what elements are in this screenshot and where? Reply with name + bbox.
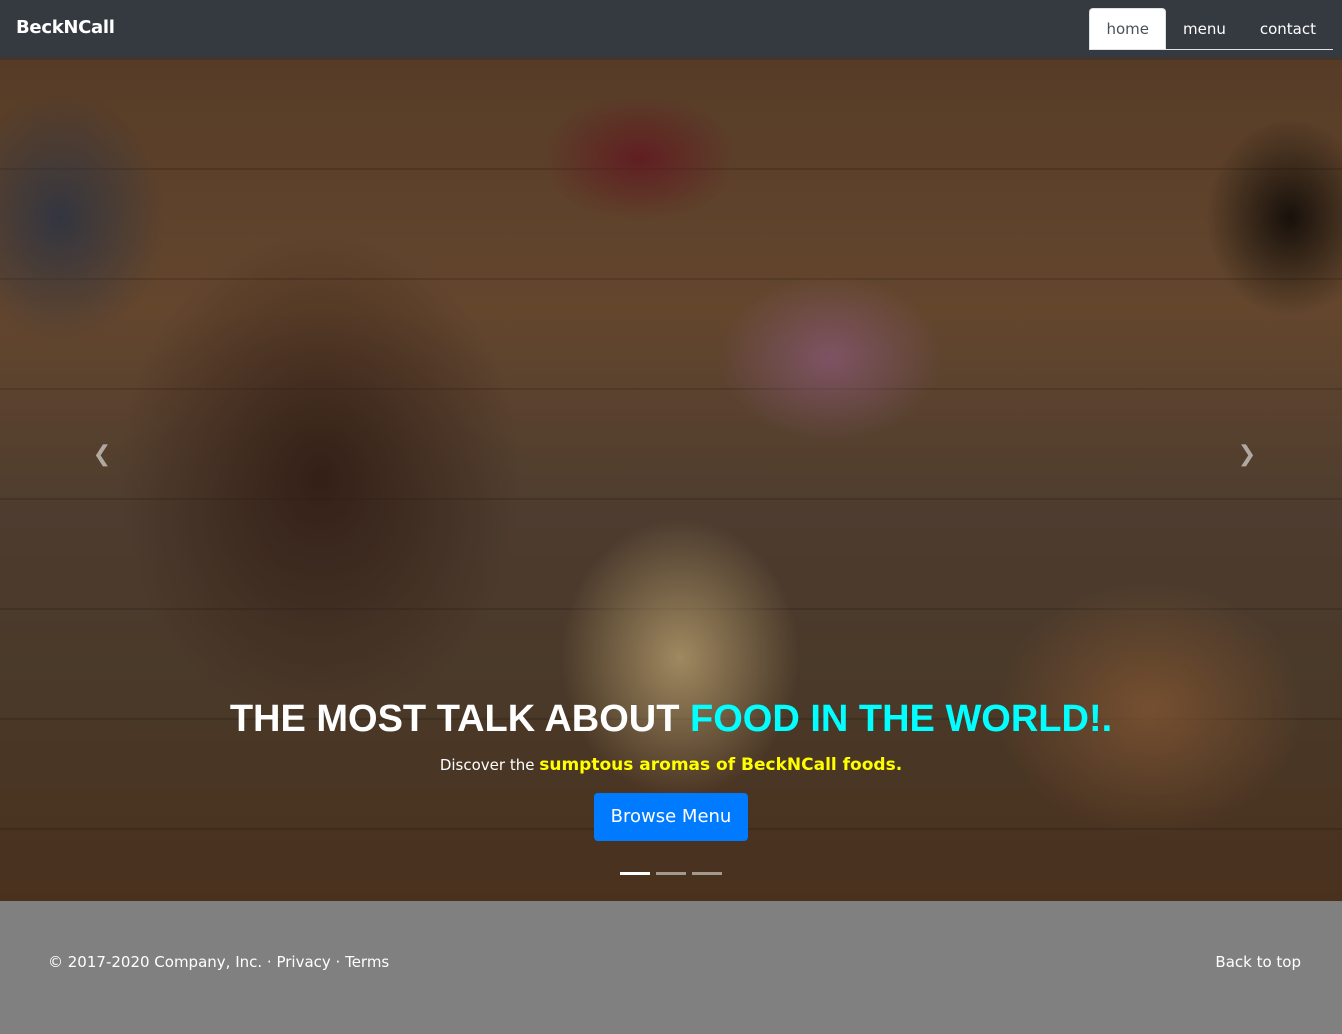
subtitle-plain: Discover the: [439, 756, 540, 774]
headline-accent: FOOD IN THE WORLD!.: [690, 698, 1113, 740]
carousel-indicator-1[interactable]: [620, 872, 650, 875]
privacy-link[interactable]: Privacy: [276, 953, 330, 971]
hero-headline: THE MOST TALK ABOUT FOOD IN THE WORLD!.: [0, 698, 1342, 741]
browse-menu-button[interactable]: Browse Menu: [593, 793, 749, 841]
nav-tabs: home menu contact: [1089, 8, 1333, 50]
nav-menu[interactable]: menu: [1166, 8, 1243, 49]
footer-copyright: © 2017-2020 Company, Inc. · Privacy · Te…: [48, 953, 389, 971]
hero-carousel: ❮ ❯ THE MOST TALK ABOUT FOOD IN THE WORL…: [0, 58, 1342, 901]
chevron-left-icon[interactable]: ❮: [90, 442, 114, 467]
copyright-text: © 2017-2020 Company, Inc. ·: [48, 953, 277, 971]
subtitle-highlight: sumptous aromas of BeckNCall foods.: [539, 755, 903, 775]
brand-logo[interactable]: BeckNCall: [16, 17, 115, 38]
carousel-indicator-2[interactable]: [656, 872, 686, 875]
back-to-top-link[interactable]: Back to top: [1215, 953, 1301, 971]
terms-link[interactable]: Terms: [345, 953, 389, 971]
headline-plain: THE MOST TALK ABOUT: [229, 698, 690, 740]
footer-separator: ·: [330, 953, 346, 971]
nav-contact[interactable]: contact: [1243, 8, 1333, 49]
nav-home[interactable]: home: [1089, 8, 1166, 49]
footer: © 2017-2020 Company, Inc. · Privacy · Te…: [0, 901, 1342, 1034]
carousel-indicators: [0, 872, 1342, 875]
hero-subtitle: Discover the sumptous aromas of BeckNCal…: [0, 755, 1342, 775]
carousel-caption: THE MOST TALK ABOUT FOOD IN THE WORLD!. …: [0, 698, 1342, 841]
navbar: BeckNCall home menu contact: [0, 0, 1342, 58]
chevron-right-icon[interactable]: ❯: [1235, 442, 1259, 467]
carousel-indicator-3[interactable]: [692, 872, 722, 875]
